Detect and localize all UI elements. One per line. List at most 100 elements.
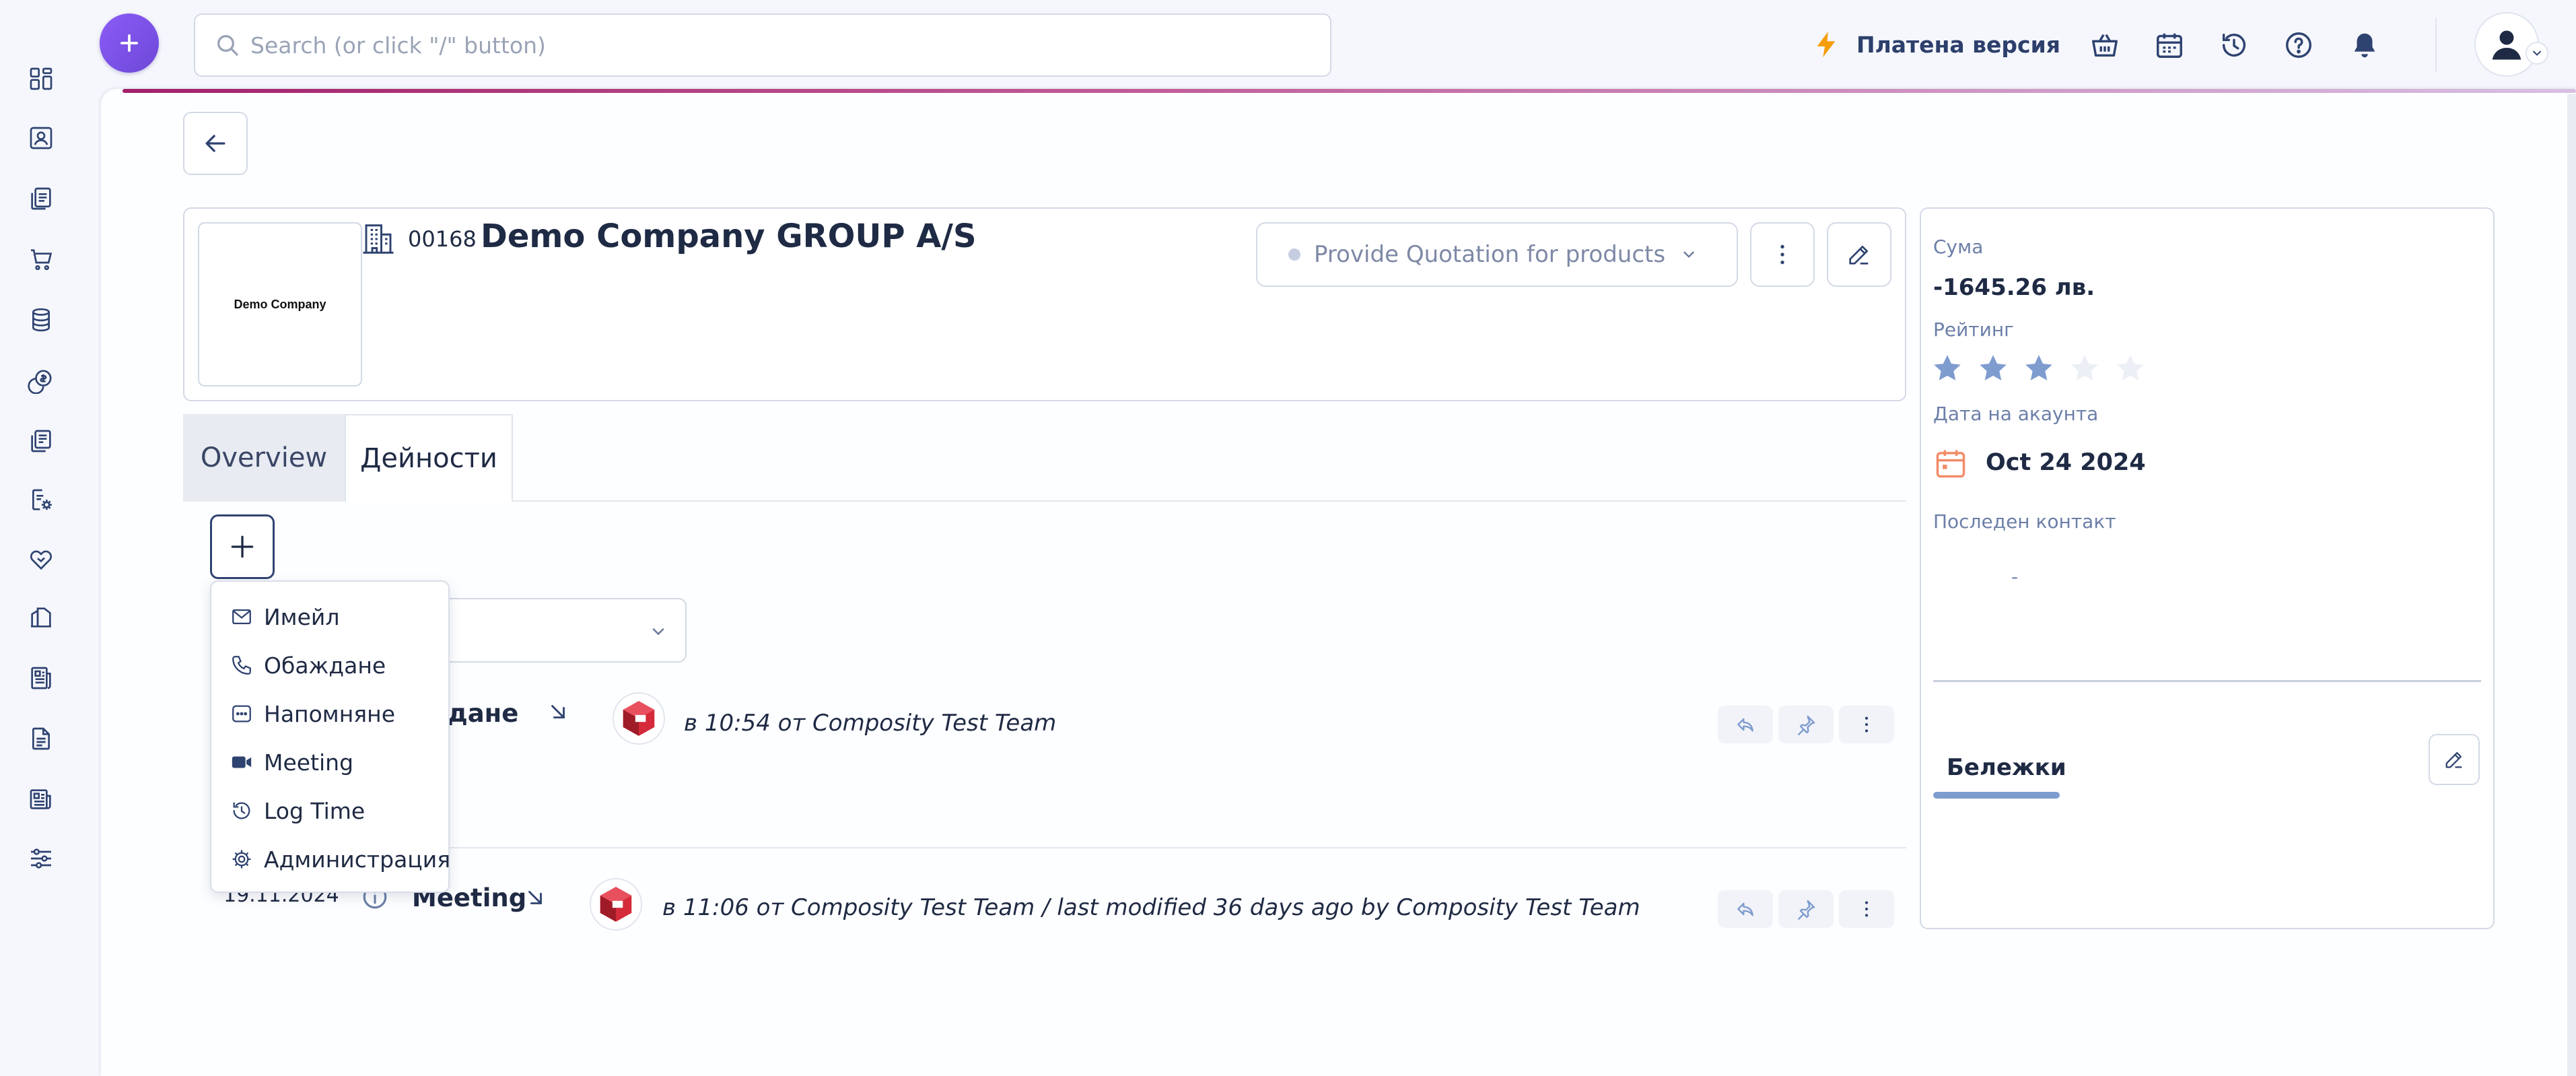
sidebar-item-database[interactable]	[24, 303, 58, 337]
plus-icon	[231, 535, 254, 558]
menu-item-label: Администрация	[264, 846, 451, 873]
star-filled-icon[interactable]	[1976, 351, 2010, 385]
settings-docs-icon	[32, 489, 52, 510]
sidebar-item-contacts[interactable]	[24, 121, 58, 155]
sidebar-item-finance[interactable]	[24, 364, 58, 397]
menu-item-log-time[interactable]: Log Time	[211, 786, 448, 835]
menu-item-call[interactable]: Обаждане	[211, 641, 448, 690]
sidebar-item-records[interactable]	[24, 424, 58, 458]
chevron-down-icon	[652, 628, 664, 636]
sidebar-item-documents[interactable]	[24, 182, 58, 215]
composity-logo-icon	[600, 887, 632, 922]
amount-label: Сума	[1933, 236, 1984, 258]
history-icon	[2222, 33, 2246, 57]
search-icon	[217, 35, 239, 57]
stage-label: Provide Quotation for products	[1314, 241, 1666, 268]
news-icon	[31, 667, 51, 690]
sliders-icon	[31, 848, 51, 869]
global-search[interactable]	[194, 13, 1331, 77]
notes-tab-indicator	[1933, 792, 2060, 799]
pin-icon	[1798, 715, 1815, 735]
basket-icon	[2092, 34, 2118, 57]
team-avatar	[613, 692, 665, 745]
records-icon	[31, 430, 51, 452]
tab-activities[interactable]: Дейности	[345, 414, 513, 502]
cart-icon	[31, 249, 53, 271]
reply-button[interactable]	[1718, 890, 1773, 928]
search-input[interactable]	[250, 32, 1260, 59]
rating-stars[interactable]	[1930, 351, 2147, 385]
bell-icon	[2354, 33, 2375, 58]
sidebar-item-settings-docs[interactable]	[24, 483, 58, 517]
sidebar-item-deals[interactable]	[24, 543, 58, 576]
basket-button[interactable]	[2085, 26, 2124, 65]
pencil-icon	[1849, 246, 1869, 265]
stage-select[interactable]: Provide Quotation for products	[1256, 222, 1738, 287]
back-button[interactable]	[183, 112, 248, 175]
sidebar-item-dashboard[interactable]	[24, 62, 58, 96]
history-button[interactable]	[2215, 26, 2254, 65]
sidebar-item-preferences[interactable]	[24, 842, 58, 875]
pin-icon	[1798, 900, 1815, 920]
mail-icon	[232, 609, 251, 625]
last-contact-label: Последен контакт	[1933, 510, 2116, 533]
pencil-icon	[2445, 751, 2462, 768]
dashboard-icon	[30, 67, 53, 90]
account-date-label: Дата на акаунта	[1933, 403, 2099, 425]
accent-bar	[123, 89, 2576, 93]
composity-logo-icon	[623, 701, 655, 736]
last-contact-value: -	[2011, 566, 2019, 588]
lightning-icon	[1817, 31, 1836, 58]
gear-icon	[232, 850, 251, 869]
sidebar-item-news[interactable]	[24, 661, 58, 695]
pin-button[interactable]	[1778, 890, 1834, 928]
menu-item-email[interactable]: Имейл	[211, 593, 448, 641]
notifications-button[interactable]	[2345, 26, 2384, 65]
menu-item-administration[interactable]: Администрация	[211, 835, 451, 883]
star-empty-icon[interactable]	[2068, 351, 2101, 385]
tab-overview[interactable]: Overview	[183, 414, 345, 502]
star-filled-icon[interactable]	[2022, 351, 2056, 385]
phone-icon	[232, 656, 251, 675]
help-icon	[2286, 32, 2311, 58]
edit-account-button[interactable]	[1827, 222, 1891, 287]
sidebar-item-cart[interactable]	[24, 242, 58, 276]
newspaper-icon	[30, 789, 51, 809]
edit-notes-button[interactable]	[2429, 734, 2480, 785]
activity-divider	[210, 847, 1906, 848]
more-vertical-icon	[1865, 716, 1869, 733]
pin-button[interactable]	[1778, 706, 1834, 743]
star-filled-icon[interactable]	[1930, 351, 1964, 385]
menu-item-meeting[interactable]: Meeting	[211, 738, 448, 786]
menu-item-label: Обаждане	[264, 652, 386, 679]
menu-item-reminder[interactable]: Напомняне	[211, 690, 448, 738]
reply-button[interactable]	[1718, 706, 1773, 743]
activity-more-button[interactable]	[1839, 890, 1894, 928]
tab-notes[interactable]: Бележки	[1947, 754, 2066, 781]
clock-history-icon	[233, 802, 250, 819]
quick-create-button[interactable]	[100, 13, 159, 73]
account-summary-card	[1920, 207, 2495, 929]
help-button[interactable]	[2279, 26, 2318, 65]
activity-meta: в 11:06 от Composity Test Team / last mo…	[662, 894, 1640, 921]
add-activity-button[interactable]	[210, 514, 275, 579]
star-empty-icon[interactable]	[2114, 351, 2147, 385]
company-logo-text: Demo Company	[234, 297, 326, 311]
more-options-button[interactable]	[1750, 222, 1815, 287]
sidebar-item-files[interactable]	[24, 722, 58, 755]
handshake-icon	[30, 550, 53, 570]
documents-icon	[31, 187, 51, 210]
video-icon	[232, 756, 252, 768]
calendar-button[interactable]	[2150, 26, 2189, 65]
activity-more-button[interactable]	[1839, 706, 1894, 743]
sidebar-item-reports[interactable]	[24, 601, 58, 634]
team-avatar	[590, 878, 642, 931]
premium-link[interactable]: Платена версия	[1811, 26, 2060, 63]
page-scrollbar[interactable]	[2567, 94, 2576, 1076]
sidebar-item-newspaper[interactable]	[24, 782, 58, 816]
reports-icon	[31, 607, 51, 628]
menu-item-label: Имейл	[264, 603, 340, 630]
reply-icon	[1737, 902, 1753, 916]
activity-meta: в 10:54 от Composity Test Team	[684, 710, 1057, 737]
user-menu-toggle[interactable]	[2526, 42, 2548, 65]
